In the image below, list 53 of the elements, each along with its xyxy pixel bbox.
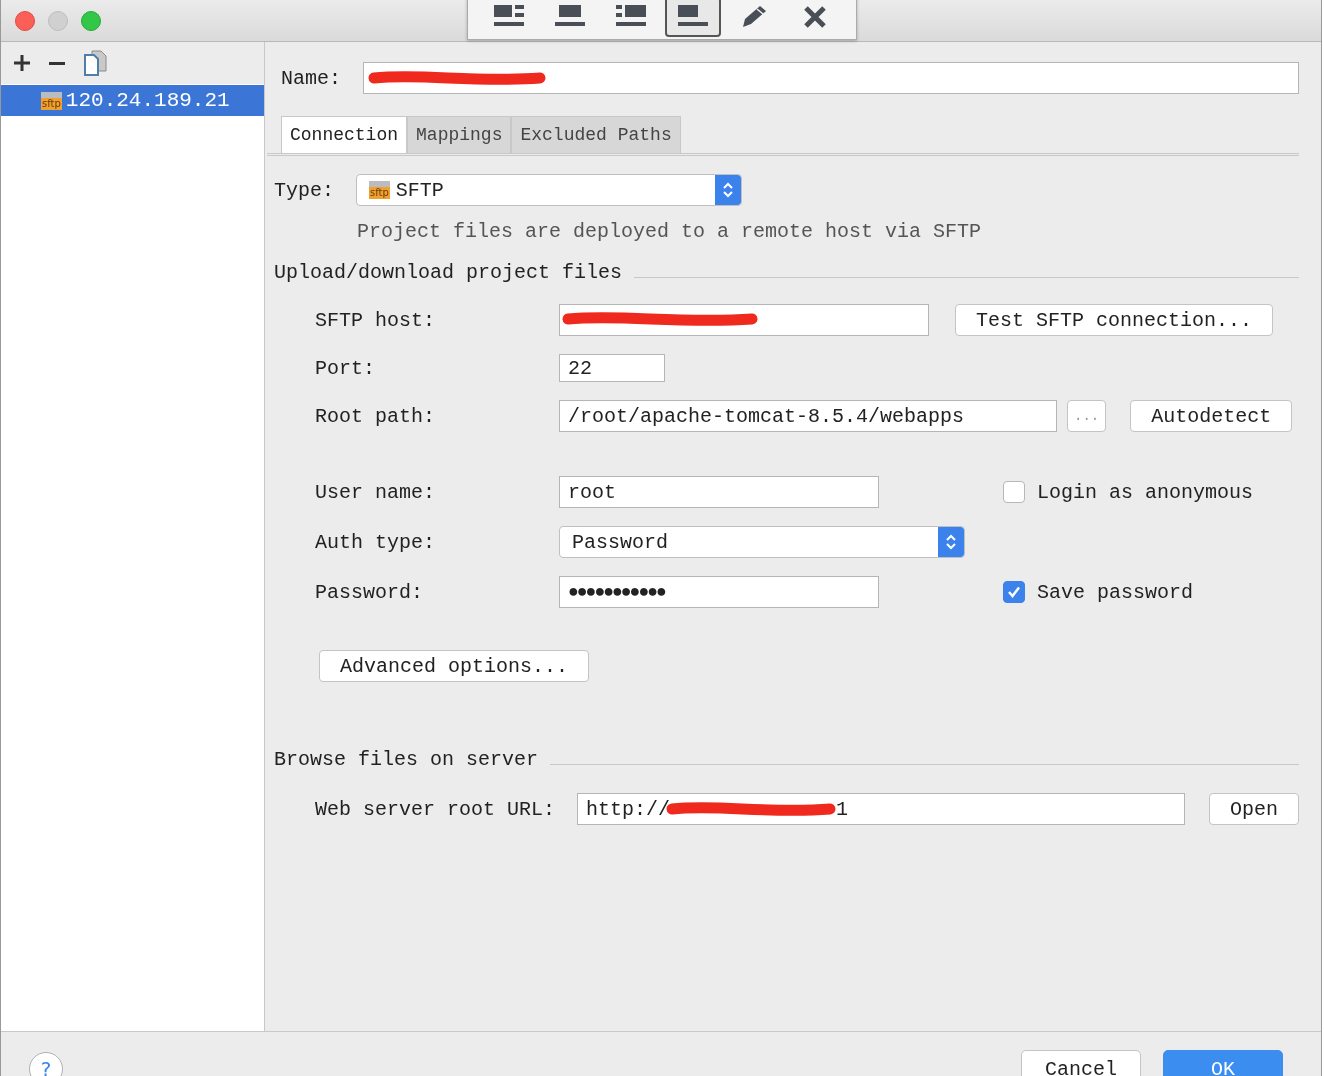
sftp-file-icon: sftp [41, 91, 62, 110]
tab[interactable]: Connection [281, 116, 408, 153]
password-field[interactable]: ●●●●●●●●●●● [559, 576, 879, 608]
sftp-file-icon: sftp [369, 181, 390, 199]
open-button[interactable]: Open [1209, 793, 1299, 825]
field-label: Root path: [315, 404, 437, 428]
checkbox-label: Login as anonymous [1037, 480, 1254, 504]
user-name-field[interactable]: root [559, 476, 879, 508]
check-icon [1006, 584, 1022, 600]
auth-type-dropdown[interactable]: Password [559, 526, 965, 558]
host-field[interactable] [559, 304, 929, 336]
field-label: Password: [315, 580, 425, 604]
section-header: Upload/download project files [274, 261, 623, 284]
minus-icon [49, 61, 65, 65]
tab[interactable]: Mappings [407, 116, 512, 153]
field-label: Name: [281, 66, 341, 90]
server-list-item[interactable]: sftp 120.24.189.21 [1, 85, 264, 116]
layout-icon [677, 4, 708, 29]
field-label: Auth type: [315, 530, 437, 554]
tab[interactable]: Excluded Paths [511, 116, 681, 153]
close-icon [803, 4, 828, 29]
layout-icon [616, 4, 647, 29]
copy-button[interactable] [81, 48, 109, 78]
close-window-button[interactable] [15, 10, 35, 31]
checkbox[interactable] [1003, 581, 1025, 603]
field-label: User name: [315, 480, 437, 504]
add-button[interactable] [11, 52, 33, 74]
remove-button[interactable] [47, 59, 67, 67]
copy-icon [83, 50, 107, 76]
stepper-icon [938, 527, 964, 557]
cancel-button[interactable]: Cancel [1021, 1050, 1141, 1076]
field-label: SFTP host: [315, 308, 437, 332]
advanced-options-button[interactable]: Advanced options... [319, 650, 590, 682]
field-label: Port: [315, 356, 376, 380]
type-description: Project files are deployed to a remote host via SFTP [357, 220, 983, 243]
help-button[interactable]: ? [29, 1052, 63, 1076]
root-path-field[interactable]: /root/apache-tomcat-8.5.4/webapps [559, 400, 1057, 432]
test-connection-button[interactable]: Test SFTP connection... [955, 304, 1274, 336]
checkbox-label: Save password [1037, 580, 1194, 604]
type-dropdown[interactable]: sftp SFTP [356, 174, 742, 206]
autodetect-button[interactable]: Autodetect [1130, 400, 1293, 432]
field-label: Web server root URL: [315, 797, 556, 821]
port-field[interactable]: 22 [559, 354, 665, 382]
checkbox[interactable] [1003, 481, 1025, 503]
name-field[interactable] [363, 62, 1299, 94]
layout-icon [493, 4, 524, 29]
layout-icon [555, 4, 585, 29]
field-label: Type: [274, 178, 334, 202]
web-url-field[interactable]: http:// 1 [577, 793, 1185, 825]
toolbar-button[interactable] [664, 0, 721, 37]
plus-icon [13, 54, 31, 72]
section-header: Browse files on server [274, 748, 539, 771]
stepper-icon [715, 175, 741, 205]
